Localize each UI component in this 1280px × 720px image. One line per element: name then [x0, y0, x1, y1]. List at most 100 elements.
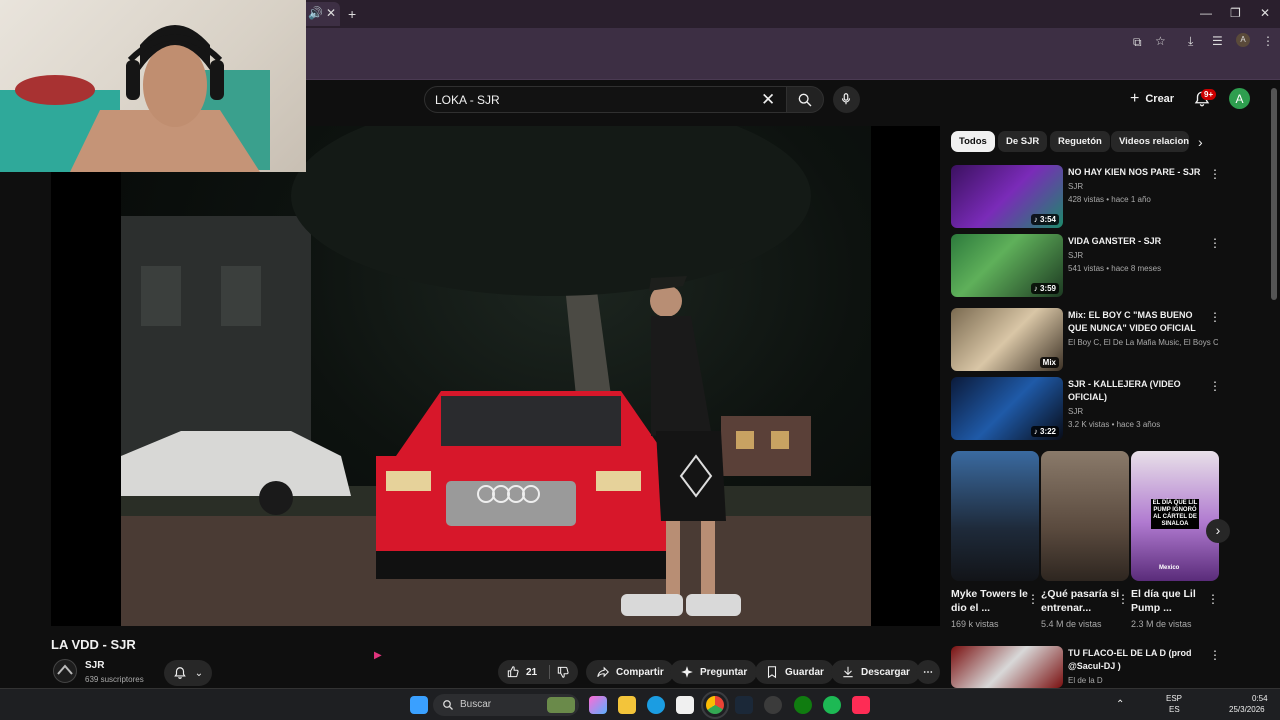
channel-name[interactable]: El de la D	[1068, 674, 1218, 687]
more-vertical-icon[interactable]: ⋮	[1207, 592, 1219, 606]
clock-date[interactable]: 25/3/2026	[1229, 705, 1265, 714]
close-tab-icon[interactable]: ✕	[326, 6, 336, 20]
more-vertical-icon[interactable]: ⋮	[1209, 648, 1221, 662]
file-explorer-icon[interactable]	[618, 696, 636, 714]
menu-kebab-icon[interactable]: ⋮	[1262, 34, 1274, 48]
recommended-video[interactable]: ♪ 3:54 NO HAY KIEN NOS PARE - SJR SJR 42…	[951, 165, 1221, 229]
more-vertical-icon[interactable]: ⋮	[1027, 592, 1039, 606]
share-button[interactable]: Compartir	[586, 660, 674, 684]
cast-icon[interactable]: ⧉	[1133, 35, 1142, 50]
chevron-right-icon[interactable]: ›	[1198, 134, 1203, 150]
video-title[interactable]: SJR - KALLEJERA (VIDEO OFICIAL)	[1068, 378, 1203, 404]
chrome-icon[interactable]	[701, 691, 729, 719]
short-item[interactable]: Myke Towers le dio el ... 169 k vistas ⋮	[951, 451, 1039, 629]
channel-logo-icon	[57, 664, 73, 675]
like-icon[interactable]	[506, 665, 520, 679]
channel-name[interactable]: SJR	[1068, 180, 1218, 193]
video-title[interactable]: TU FLACO-EL DE LA D (prod @Sacul-DJ )	[1068, 647, 1203, 673]
short-tag: Mexico	[1159, 565, 1180, 571]
recommended-mix[interactable]: Mix Mix: EL BOY C "MAS BUENO QUE NUNCA" …	[951, 308, 1221, 372]
video-title[interactable]: VIDA GANSTER - SJR	[1068, 235, 1203, 248]
short-thumbnail[interactable]	[1041, 451, 1129, 581]
video-meta: 428 vistas • hace 1 año	[1068, 195, 1151, 204]
more-horizontal-icon: ⋯	[923, 666, 933, 678]
page-scrollbar[interactable]	[1271, 88, 1277, 300]
close-window-icon[interactable]: ✕	[1260, 6, 1270, 20]
search-button[interactable]	[786, 86, 824, 113]
search-input[interactable]: LOKA - SJR ✕	[424, 86, 788, 113]
more-vertical-icon[interactable]: ⋮	[1209, 236, 1221, 250]
short-item[interactable]: EL DÍA QUE LIL PUMP IGNORÓ AL CÁRTEL DE …	[1131, 451, 1219, 629]
more-vertical-icon[interactable]: ⋮	[1117, 592, 1129, 606]
channel-name[interactable]: SJR	[1068, 405, 1218, 418]
shorts-next-button[interactable]: ›	[1206, 519, 1230, 543]
bookmark-star-icon[interactable]: ☆	[1155, 34, 1166, 48]
voice-search-button[interactable]	[833, 86, 860, 113]
xbox-icon[interactable]	[794, 696, 812, 714]
profile-icon[interactable]: A	[1236, 33, 1250, 47]
short-views: 5.4 M de vistas	[1041, 619, 1102, 629]
account-avatar[interactable]: A	[1229, 88, 1250, 109]
restore-icon[interactable]: ❐	[1230, 6, 1241, 20]
recommended-video[interactable]: ♪ 3:22 SJR - KALLEJERA (VIDEO OFICIAL) S…	[951, 377, 1221, 441]
language-indicator[interactable]: ESP	[1166, 694, 1182, 703]
github-icon[interactable]	[764, 696, 782, 714]
spotify-icon[interactable]	[823, 696, 841, 714]
video-thumbnail[interactable]: ♪ 3:54	[951, 165, 1063, 228]
short-item[interactable]: ¿Qué pasaría si entrenar... 5.4 M de vis…	[1041, 451, 1129, 629]
chip-regueton[interactable]: Reguetón	[1050, 131, 1110, 152]
like-count[interactable]: 21	[526, 667, 537, 678]
more-vertical-icon[interactable]: ⋮	[1209, 167, 1221, 181]
channel-name[interactable]: SJR	[1068, 249, 1218, 262]
download-icon[interactable]: ⤓	[1188, 34, 1193, 49]
chip-de-sjr[interactable]: De SJR	[998, 131, 1048, 152]
short-thumbnail[interactable]	[951, 451, 1039, 581]
search-icon	[443, 700, 453, 710]
recommended-video[interactable]: ♪ 3:59 VIDA GANSTER - SJR SJR 541 vistas…	[951, 234, 1221, 298]
more-vertical-icon[interactable]: ⋮	[1209, 379, 1221, 393]
copilot-icon[interactable]	[589, 696, 607, 714]
search-query[interactable]: LOKA - SJR	[435, 93, 500, 107]
channel-name[interactable]: El Boy C, El De La Mafia Music, El Boys …	[1068, 336, 1218, 349]
ask-button[interactable]: Preguntar	[670, 660, 758, 684]
keyboard-layout[interactable]: ES	[1169, 705, 1180, 714]
media-icon[interactable]: ☰	[1212, 34, 1223, 48]
browser-tab[interactable]: 🔊 ✕	[300, 2, 340, 26]
more-actions-button[interactable]: ⋯	[916, 660, 940, 684]
video-thumbnail[interactable]	[951, 646, 1063, 688]
short-title[interactable]: Myke Towers le dio el ...	[951, 587, 1031, 615]
video-thumbnail[interactable]: ♪ 3:59	[951, 234, 1063, 297]
windows-start-icon[interactable]	[410, 696, 428, 714]
minimize-icon[interactable]: —	[1200, 6, 1212, 20]
save-button[interactable]: Guardar	[755, 660, 834, 684]
download-button[interactable]: Descargar	[831, 660, 920, 684]
video-thumbnail[interactable]: Mix	[951, 308, 1063, 371]
create-button[interactable]: + Crear	[1122, 86, 1182, 112]
video-thumbnail[interactable]: ♪ 3:22	[951, 377, 1063, 440]
clear-search-icon[interactable]: ✕	[761, 90, 775, 110]
channel-name[interactable]: SJR	[85, 660, 104, 671]
steam-icon[interactable]	[735, 696, 753, 714]
video-title[interactable]: NO HAY KIEN NOS PARE - SJR	[1068, 166, 1203, 179]
more-vertical-icon[interactable]: ⋮	[1209, 310, 1221, 324]
subscription-bell-button[interactable]: ⌄	[164, 660, 212, 686]
short-thumbnail[interactable]: EL DÍA QUE LIL PUMP IGNORÓ AL CÁRTEL DE …	[1131, 451, 1219, 581]
mic-icon	[841, 93, 851, 105]
taskbar-search[interactable]: Buscar	[433, 694, 579, 716]
store-icon[interactable]	[676, 696, 694, 714]
tiktok-icon[interactable]	[852, 696, 870, 714]
edge-icon[interactable]	[647, 696, 665, 714]
chip-todos[interactable]: Todos	[951, 131, 995, 152]
channel-avatar[interactable]	[53, 659, 77, 683]
video-player[interactable]	[51, 126, 940, 626]
dislike-icon[interactable]	[556, 665, 570, 679]
tray-chevron-icon[interactable]: ⌃	[1116, 699, 1124, 710]
short-title[interactable]: ¿Qué pasaría si entrenar...	[1041, 587, 1121, 615]
audio-icon[interactable]: 🔊	[308, 6, 323, 20]
chip-videos-relacionados[interactable]: Videos relacion	[1111, 131, 1189, 152]
short-title[interactable]: El día que Lil Pump ...	[1131, 587, 1211, 615]
new-tab-icon[interactable]: +	[348, 6, 356, 22]
recommended-video[interactable]: TU FLACO-EL DE LA D (prod @Sacul-DJ ) El…	[951, 646, 1221, 688]
clock-time[interactable]: 0:54	[1252, 694, 1268, 703]
video-title[interactable]: Mix: EL BOY C "MAS BUENO QUE NUNCA" VIDE…	[1068, 309, 1203, 335]
